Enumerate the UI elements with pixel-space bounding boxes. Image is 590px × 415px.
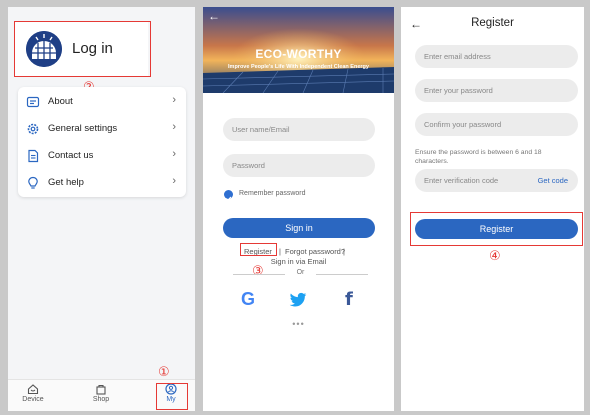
confirm-password-input[interactable]: Confirm your password bbox=[415, 113, 578, 136]
hero-banner: ← ECO-WORTHY Improve People's Life With … bbox=[203, 7, 394, 93]
info-icon bbox=[26, 96, 40, 108]
tab-shop[interactable]: Shop bbox=[81, 383, 121, 403]
marker-1: ① bbox=[158, 364, 170, 379]
separator: | bbox=[279, 247, 281, 256]
username-input[interactable]: User name/Email bbox=[223, 118, 375, 141]
gear-icon bbox=[27, 123, 39, 135]
or-label: Or bbox=[296, 269, 305, 276]
remember-checkbox[interactable] bbox=[224, 190, 233, 202]
sign-in-button[interactable]: Sign in bbox=[223, 218, 375, 238]
page-title: Register bbox=[471, 17, 514, 29]
get-code-button[interactable]: Get code bbox=[538, 169, 568, 192]
menu-item-get-help[interactable]: Get help › bbox=[18, 170, 186, 197]
register-screen: ← Register Enter email address Enter you… bbox=[401, 7, 584, 411]
more-options-icon[interactable]: ••• bbox=[203, 319, 394, 329]
google-icon[interactable]: G bbox=[241, 289, 255, 310]
my-screen: Log in ② About › General settings › Cont… bbox=[8, 7, 195, 411]
highlight-register-link bbox=[240, 243, 277, 256]
tab-device[interactable]: Device bbox=[13, 383, 53, 403]
home-icon bbox=[27, 384, 39, 395]
highlight-my-tab bbox=[156, 383, 188, 410]
tab-label: Shop bbox=[92, 396, 110, 403]
chevron-right-icon: › bbox=[172, 94, 176, 106]
twitter-icon[interactable] bbox=[289, 292, 307, 308]
email-input[interactable]: Enter email address bbox=[415, 45, 578, 68]
menu-label: Get help bbox=[48, 177, 84, 188]
menu-label: About bbox=[48, 96, 73, 107]
forgot-password-link[interactable]: Forgot password? bbox=[285, 247, 345, 256]
verification-code-row: Enter verification code Get code bbox=[415, 169, 578, 192]
chevron-right-icon: › bbox=[172, 148, 176, 160]
highlight-register-button bbox=[410, 212, 583, 246]
password-input[interactable]: Password bbox=[223, 154, 375, 177]
verification-code-input[interactable]: Enter verification code bbox=[424, 176, 498, 185]
chevron-right-icon: › bbox=[172, 175, 176, 187]
brand-name: ECO-WORTHY bbox=[255, 47, 342, 61]
back-arrow-icon[interactable]: ← bbox=[208, 9, 220, 23]
password-hint: Ensure the password is between 6 and 18 … bbox=[415, 149, 542, 165]
lightbulb-icon bbox=[28, 176, 38, 189]
check-icon bbox=[225, 196, 232, 202]
document-icon bbox=[28, 149, 39, 163]
shopping-bag-icon bbox=[96, 384, 106, 395]
sign-in-via-email-link[interactable]: Sign in via Email bbox=[203, 257, 394, 266]
chevron-right-icon: › bbox=[172, 121, 176, 133]
settings-menu: About › General settings › Contact us › … bbox=[18, 87, 186, 197]
facebook-icon[interactable]: f bbox=[345, 289, 353, 310]
menu-item-contact-us[interactable]: Contact us › bbox=[18, 143, 186, 170]
stage: Log in ② About › General settings › Cont… bbox=[0, 0, 590, 415]
menu-label: General settings bbox=[48, 123, 118, 134]
password-input[interactable]: Enter your password bbox=[415, 79, 578, 102]
tab-label: Device bbox=[22, 396, 44, 403]
separator: | bbox=[343, 247, 345, 256]
sign-in-screen: ← ECO-WORTHY Improve People's Life With … bbox=[203, 7, 394, 411]
highlight-login bbox=[14, 21, 151, 77]
or-divider: Or bbox=[233, 269, 368, 279]
brand-slogan: Improve People's Life With Independent C… bbox=[228, 64, 369, 70]
menu-item-general-settings[interactable]: General settings › bbox=[18, 116, 186, 143]
menu-item-about[interactable]: About › bbox=[18, 89, 186, 116]
menu-label: Contact us bbox=[48, 150, 94, 161]
remember-label: Remember password bbox=[239, 190, 306, 197]
marker-4: ④ bbox=[489, 248, 501, 263]
